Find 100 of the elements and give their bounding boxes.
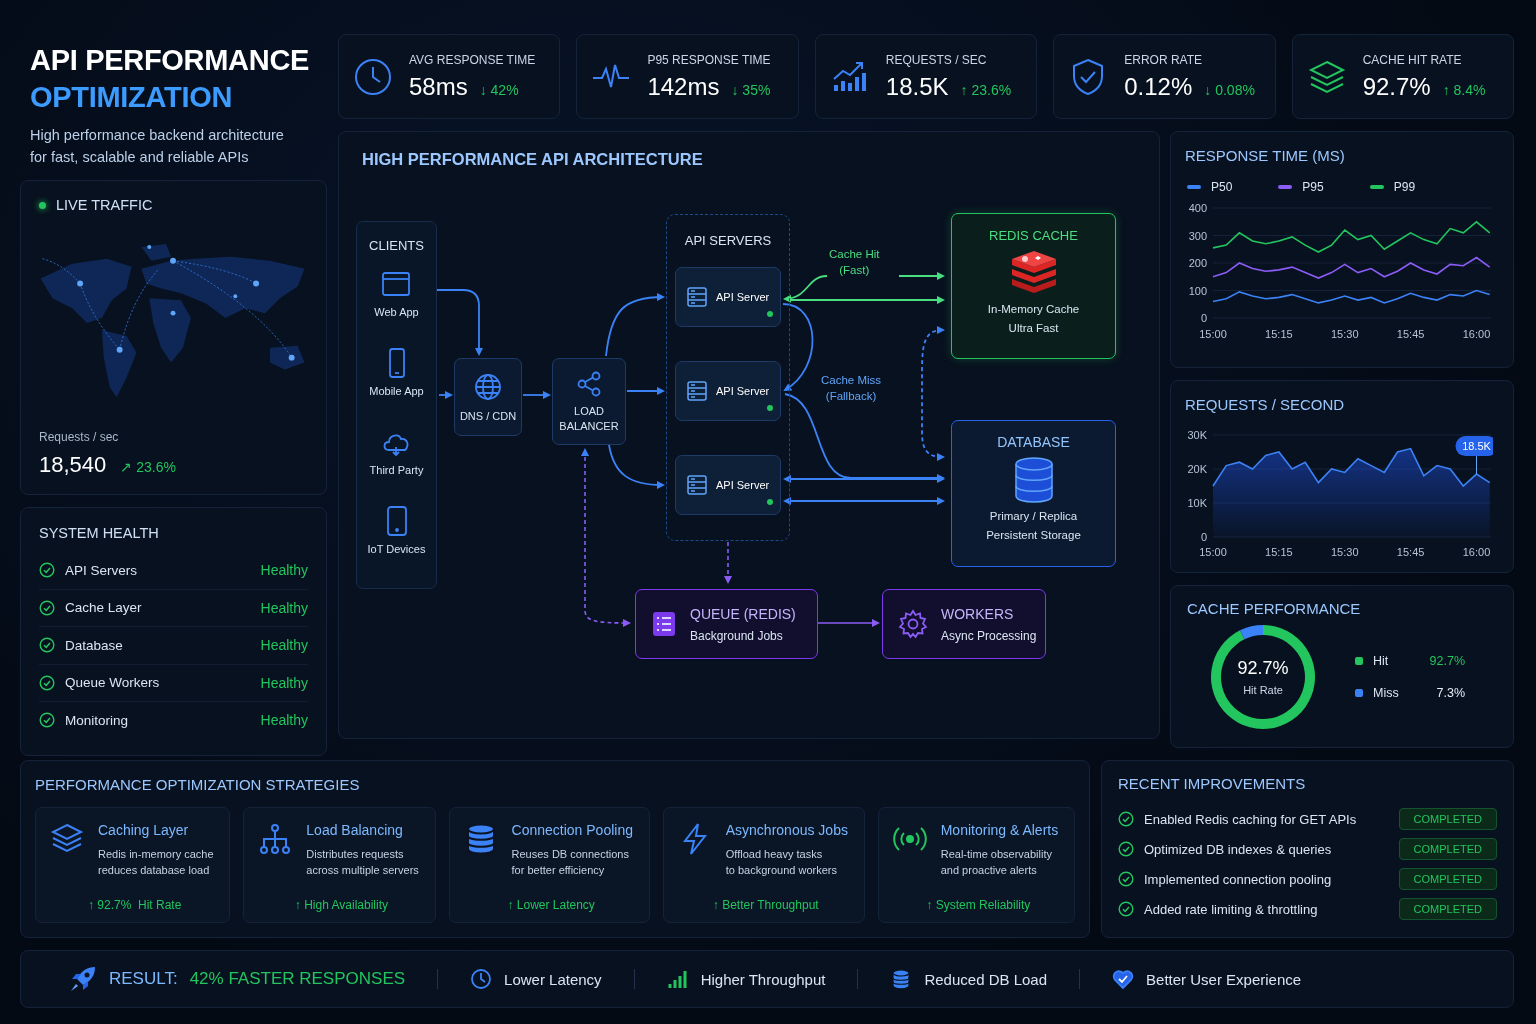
list-icon <box>652 611 676 637</box>
result-benefit: Reduced DB Load <box>924 970 1048 988</box>
strategy-description: Offload heavy tasks to background workers <box>725 847 839 878</box>
strategy-title: Caching Layer <box>98 822 190 838</box>
server-icon <box>686 286 708 308</box>
live-status-dot <box>39 201 46 209</box>
strategy-title: Asynchronous Jobs <box>725 822 848 838</box>
edge-label: (Fallback) <box>825 390 877 402</box>
panel-title: HIGH PERFORMANCE API ARCHITECTURE <box>362 150 703 169</box>
legend-label: Miss <box>1373 686 1400 700</box>
health-status: Healthy <box>260 674 308 691</box>
status-badge: COMPLETED <box>1398 868 1497 890</box>
metric-label: ERROR RATE <box>1124 52 1203 67</box>
metric-value: 92.7% <box>1362 72 1431 101</box>
axis-tick-label: 30K <box>1187 429 1207 441</box>
check-circle-icon <box>39 562 55 579</box>
check-circle-icon <box>1118 811 1134 827</box>
strategy-outcome: ↑ 92.7% Hit Rate <box>86 898 183 912</box>
result-benefit: Lower Latency <box>504 970 602 988</box>
connector-arrow <box>438 391 453 399</box>
metric-label: AVG RESPONSE TIME <box>409 52 536 67</box>
axis-tick-label: 200 <box>1188 257 1207 269</box>
value-callout: 18.5K <box>1455 436 1493 475</box>
metric-label: REQUESTS / SEC <box>885 52 988 67</box>
network-icon <box>258 822 293 856</box>
axis-tick-label: 15:00 <box>1199 546 1227 558</box>
node-label: LOAD BALANCER <box>558 403 620 434</box>
component-name: Cache Layer <box>65 600 143 616</box>
node-label: API Server <box>716 291 770 303</box>
globe-icon <box>473 372 503 402</box>
component-name: Database <box>65 637 124 653</box>
connector-arrow <box>626 387 665 395</box>
card-title: RESPONSE TIME (MS) <box>1185 147 1346 164</box>
strategy-description: Distributes requests across multiple servers <box>306 847 419 878</box>
check-circle-icon <box>39 599 55 616</box>
strategy-outcome: ↑ High Availability <box>293 898 389 912</box>
server-icon <box>686 380 708 402</box>
health-status: Healthy <box>260 562 308 579</box>
metric-value: 58ms <box>409 72 468 101</box>
node-label: API Server <box>716 385 770 397</box>
status-badge: COMPLETED <box>1398 808 1497 830</box>
health-status: Healthy <box>260 637 308 654</box>
metric-value: 0.12% <box>1124 72 1193 101</box>
donut-center-value: 92.7% <box>1237 658 1289 679</box>
metric-delta: ↓ 0.08% <box>1204 81 1255 98</box>
result-label: RESULT: <box>109 969 178 989</box>
node-description: In-Memory Cache <box>987 303 1080 316</box>
strategy-title: Connection Pooling <box>511 822 633 838</box>
card-title: SYSTEM HEALTH <box>39 525 159 541</box>
axis-tick-label: 100 <box>1188 284 1207 297</box>
legend-label: Hit <box>1373 654 1390 668</box>
improvement-text: Implemented connection pooling <box>1144 871 1333 887</box>
check-circle-icon <box>1118 901 1134 917</box>
strategy-description: Redis in-memory cache reduces database load <box>98 847 214 878</box>
strategy-description: Real-time observability and proactive alerts <box>940 847 1053 878</box>
strategy-outcome: ↑ Better Throughput <box>711 898 820 912</box>
annotation: 18.5K <box>1462 440 1492 453</box>
client-label: Third Party <box>369 464 424 476</box>
axis-tick-label: 15:30 <box>1331 546 1359 558</box>
node-description: Async Processing <box>941 628 1037 643</box>
client-label: Web App <box>374 306 419 318</box>
donut-center-label: Hit Rate <box>1243 684 1283 696</box>
requests-value: 18,540 <box>39 452 107 478</box>
strategy-outcome: ↑ Lower Latency <box>506 898 596 912</box>
legend-label: P99 <box>1393 180 1416 194</box>
axis-tick-label: 16:00 <box>1462 328 1491 340</box>
database-icon <box>1012 456 1055 504</box>
node-title: REDIS CACHE <box>989 228 1078 243</box>
node-title: WORKERS <box>941 605 1015 622</box>
axis-tick-label: 15:45 <box>1396 546 1425 558</box>
legend-label: P50 <box>1211 180 1233 194</box>
card-title: RECENT IMPROVEMENTS <box>1118 775 1307 792</box>
node-description: Persistent Storage <box>986 529 1081 542</box>
edge-label: (Fast) <box>839 264 870 276</box>
result-benefit: Better User Experience <box>1146 970 1302 988</box>
clock-icon <box>470 968 493 990</box>
node-label: API Server <box>716 479 770 491</box>
axis-tick-label: 15:00 <box>1199 328 1227 340</box>
client-label: IoT Devices <box>367 543 426 555</box>
node-description: Primary / Replica <box>989 510 1078 523</box>
node-title: DATABASE <box>997 434 1070 450</box>
check-circle-icon <box>1118 871 1134 887</box>
edge-label: Cache Hit <box>829 248 880 260</box>
metric-label: CACHE HIT RATE <box>1362 52 1463 67</box>
component-name: Queue Workers <box>65 675 161 691</box>
axis-tick-label: 15:45 <box>1396 328 1425 340</box>
axis-tick-label: 15:15 <box>1265 546 1293 558</box>
node-label: DNS / CDN <box>459 410 517 422</box>
strategy-description: Reuses DB connections for better efficiency <box>511 847 630 878</box>
clock-icon <box>353 56 393 97</box>
metric-delta: ↓ 35% <box>731 81 771 98</box>
heart-check-icon <box>1112 968 1135 990</box>
node-title: CLIENTS <box>369 238 424 253</box>
check-circle-icon <box>39 674 55 691</box>
card-title: REQUESTS / SECOND <box>1185 396 1346 413</box>
rocket-icon <box>69 965 97 993</box>
legend-label: P95 <box>1302 180 1324 194</box>
card-title: PERFORMANCE OPTIMIZATION STRATEGIES <box>35 776 361 793</box>
check-circle-icon <box>39 637 55 654</box>
improvement-text: Enabled Redis caching for GET APIs <box>1144 811 1358 827</box>
